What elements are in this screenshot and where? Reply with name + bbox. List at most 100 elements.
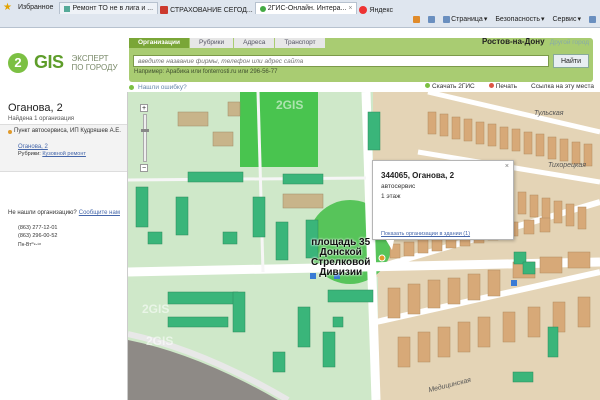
- popup-show-organizations-link[interactable]: Показать организации в здании (1): [381, 231, 470, 237]
- rubric-link[interactable]: Кузовной ремонт: [42, 151, 86, 157]
- favorite-link-label: СТРАХОВАНИЕ СЕГОД...: [170, 6, 253, 14]
- download-icon: [425, 83, 431, 88]
- street-label-tikhoretskaya: Тихорецкая: [548, 162, 586, 169]
- tab-label: Ремонт ТО не в лига и ...: [72, 5, 154, 12]
- print-link[interactable]: Печать: [488, 83, 518, 92]
- results-count: Найдена 1 организация: [8, 116, 75, 122]
- organization-card[interactable]: Пункт автосервиса, ИП Кудряшев А.Е. Оган…: [0, 124, 127, 172]
- comment-icon: [129, 85, 134, 90]
- favorites-label: Избранное: [17, 3, 54, 11]
- map-popup: × 344065, Оганова, 2 автосервис 1 этаж П…: [372, 160, 514, 240]
- search-input[interactable]: [133, 55, 549, 67]
- page-icon: [160, 6, 169, 14]
- marker-icon: [8, 130, 12, 134]
- 2gis-logo[interactable]: 2 GIS ЭКСПЕРТ ПО ГОРОДУ: [8, 52, 118, 73]
- zoom-thumb[interactable]: [141, 129, 149, 132]
- tab-strip: Ремонт ТО не в лига и ... СТРАХОВАНИЕ СЕ…: [59, 0, 393, 14]
- not-found-label: Не нашли организацию?: [8, 210, 77, 216]
- zoom-out-button[interactable]: −: [140, 164, 148, 172]
- organization-name[interactable]: Пункт автосервиса, ИП Кудряшев А.Е.: [14, 128, 124, 135]
- street-label-tulskaya: Тульская: [534, 110, 564, 117]
- search-tabs: Организации Рубрики Адреса Транспорт: [129, 38, 326, 48]
- permalink-link[interactable]: Ссылка на эту места: [531, 83, 594, 92]
- report-link[interactable]: Сообщите нам: [79, 210, 120, 216]
- results-panel: Оганова, 2 Найдена 1 организация Пункт а…: [0, 92, 128, 400]
- working-hours: Пн-Вт⁰⁹-¹⁸: [18, 242, 42, 248]
- report-error-link[interactable]: Нашли ошибку?: [129, 83, 187, 92]
- safety-menu[interactable]: Безопасность ▾: [495, 15, 544, 24]
- square-label-line: Дивизии: [319, 267, 363, 278]
- favorites-bar: ★ Избранное Ремонт ТО не в лига и ... СТ…: [0, 0, 600, 14]
- close-icon[interactable]: ×: [505, 163, 509, 170]
- zoom-control: + −: [140, 104, 150, 174]
- tab-rubrics[interactable]: Рубрики: [190, 38, 234, 48]
- tools-menu-label: Сервис: [552, 15, 577, 23]
- popup-title: 344065, Оганова, 2: [381, 171, 455, 180]
- home-icon: [413, 15, 421, 23]
- logo-name: GIS: [34, 52, 64, 72]
- download-link[interactable]: Скачать 2ГИС: [425, 83, 475, 92]
- map-watermark: 2GIS: [146, 334, 174, 348]
- command-bar: Страница ▾ Безопасность ▾ Сервис ▾: [413, 15, 596, 23]
- rubrics-label: Рубрики:: [18, 151, 41, 157]
- popup-floor: 1 этаж: [381, 193, 401, 200]
- zoom-slider[interactable]: [141, 114, 149, 162]
- change-city-link[interactable]: Другой город: [550, 39, 589, 46]
- tagline-line-2: ПО ГОРОДУ: [71, 62, 118, 72]
- print-label: Печать: [495, 83, 518, 90]
- search-button[interactable]: Найти: [553, 54, 589, 68]
- 2gis-icon: [259, 5, 266, 12]
- tab-2gis[interactable]: 2ГИС-Онлайн. Интера... ×: [254, 2, 358, 14]
- report-error-label: Нашли ошибку?: [138, 84, 187, 91]
- minor-road: [128, 176, 367, 182]
- tagline-line-1: ЭКСПЕРТ: [71, 53, 109, 63]
- favorite-link-yandex[interactable]: Яндекс: [359, 6, 393, 14]
- results-title: Оганова, 2: [8, 102, 63, 114]
- square-label: площадь 35 Донской Стрелковой Дивизии: [311, 238, 370, 278]
- organization-rubrics: Рубрики: Кузовной ремонт: [18, 151, 86, 157]
- popup-type: автосервис: [381, 183, 416, 190]
- phone-2: (863) 296-00-52: [18, 233, 58, 239]
- tools-menu[interactable]: Сервис ▾: [552, 15, 582, 24]
- header-links: Нашли ошибку? Скачать 2ГИС Печать Ссылка…: [129, 83, 594, 92]
- print-icon: [488, 83, 494, 88]
- page-icon: [443, 15, 451, 23]
- tab-addresses[interactable]: Адреса: [234, 38, 275, 48]
- page-menu-label: Страница: [451, 15, 483, 23]
- not-found: Не нашли организацию? Сообщите нам: [8, 210, 120, 216]
- phone-1: (863) 277-12-01: [18, 225, 58, 231]
- feeds-button[interactable]: [428, 15, 436, 23]
- tab-transport[interactable]: Транспорт: [275, 38, 325, 48]
- logo-circle: 2: [8, 52, 28, 73]
- page-icon: [64, 5, 71, 12]
- favorites-star-icon[interactable]: ★: [3, 2, 12, 13]
- browser-toolbar: ★ Избранное Ремонт ТО не в лига и ... СТ…: [0, 0, 600, 28]
- search-panel: Организации Рубрики Адреса Транспорт Рос…: [129, 37, 593, 82]
- page-menu[interactable]: Страница ▾: [443, 15, 487, 23]
- feeds-icon: [428, 15, 436, 23]
- logo-tagline: ЭКСПЕРТ ПО ГОРОДУ: [72, 54, 118, 72]
- tab-label: 2ГИС-Онлайн. Интера...: [267, 5, 347, 12]
- city-name: Ростов-на-Дону: [482, 37, 545, 46]
- map-actions: Скачать 2ГИС Печать Ссылка на эту места: [425, 83, 594, 92]
- tab-remont[interactable]: Ремонт ТО не в лига и ...: [59, 2, 159, 14]
- help-button[interactable]: [589, 15, 596, 23]
- home-button[interactable]: [413, 15, 421, 23]
- close-icon[interactable]: ×: [348, 5, 352, 12]
- favorite-link-strakhovanie[interactable]: СТРАХОВАНИЕ СЕГОД...: [160, 6, 253, 14]
- city-selector: Ростов-на-Дону Другой город: [482, 37, 589, 46]
- safety-menu-label: Безопасность: [495, 15, 540, 23]
- location-marker-icon: [378, 254, 386, 262]
- tab-organizations[interactable]: Организации: [129, 38, 190, 48]
- download-label: Скачать 2ГИС: [432, 83, 475, 90]
- zoom-in-button[interactable]: +: [140, 104, 148, 112]
- favorite-link-label: Яндекс: [369, 6, 393, 14]
- map-watermark: 2GIS: [276, 98, 304, 112]
- organization-address[interactable]: Оганова, 2: [18, 144, 48, 150]
- popup-tail: [386, 240, 394, 250]
- search-example: Например: Арабика или fonterrosti.ru или…: [134, 69, 278, 75]
- help-icon: [589, 15, 596, 23]
- favorites-button[interactable]: Избранное: [18, 4, 53, 11]
- map-watermark: 2GIS: [142, 302, 170, 316]
- yandex-icon: [359, 6, 368, 14]
